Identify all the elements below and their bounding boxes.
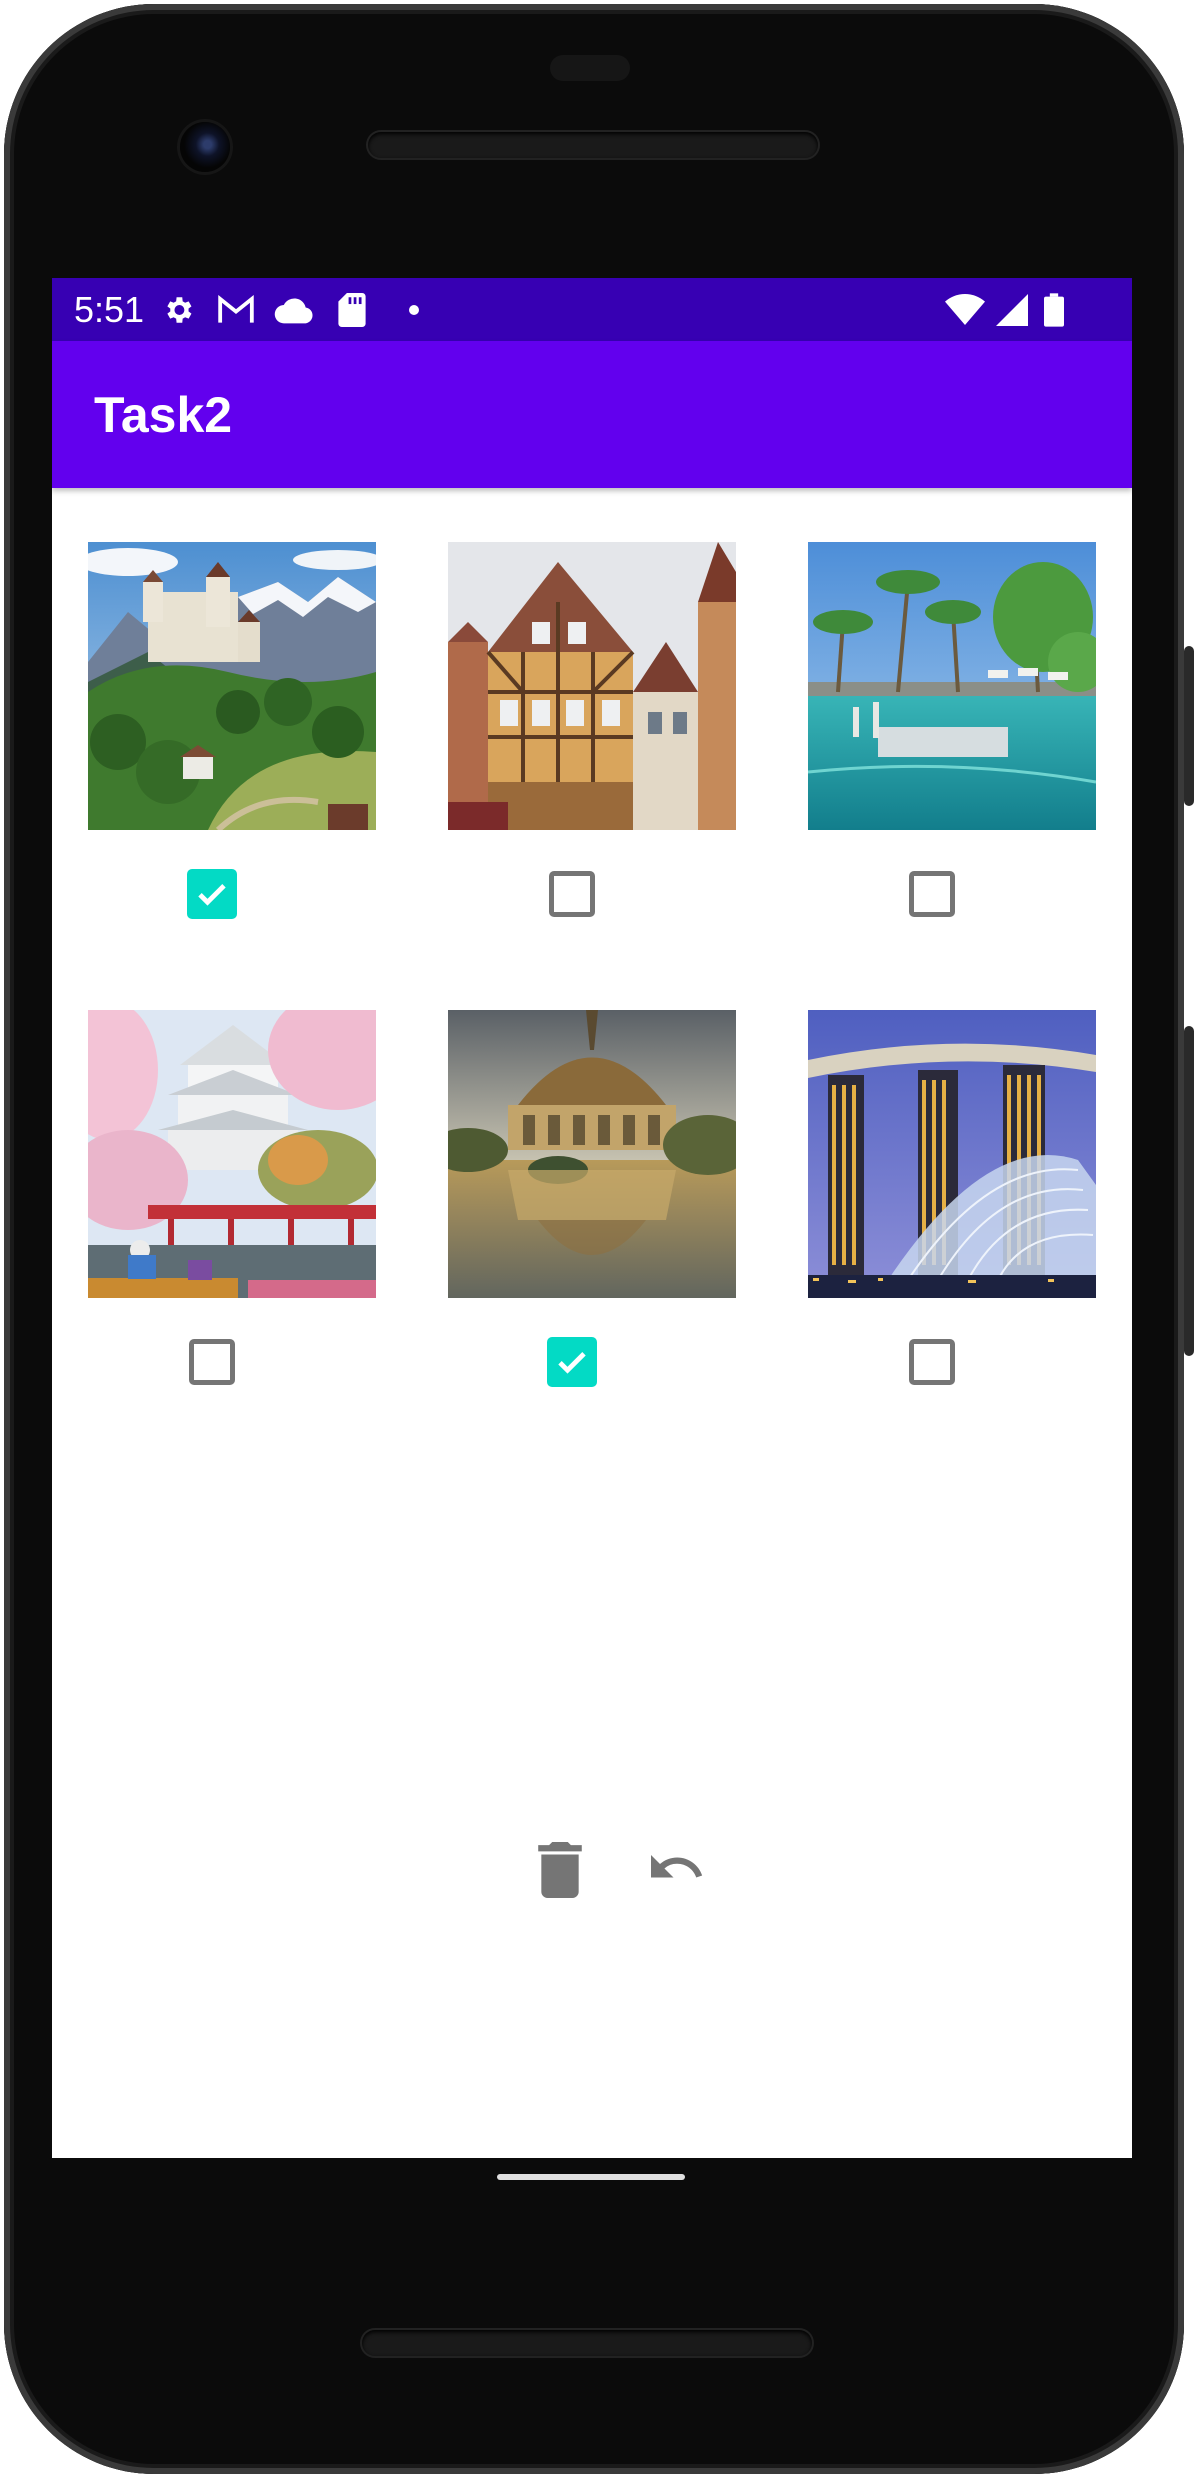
wifi-icon	[944, 294, 986, 326]
timber-house-town-photo[interactable]	[448, 542, 736, 830]
checkbox-checked[interactable]	[187, 869, 237, 919]
power-button	[1184, 646, 1194, 806]
checkbox-unchecked[interactable]	[189, 1339, 235, 1385]
trash-icon	[538, 1842, 582, 1898]
navigation-gesture-handle[interactable]	[497, 2174, 685, 2180]
checkbox-unchecked[interactable]	[909, 1339, 955, 1385]
undo-icon	[651, 1855, 703, 1878]
checkmark-icon	[558, 1352, 586, 1374]
app-bar: Task2	[52, 341, 1132, 488]
bottom-speaker	[362, 2330, 812, 2356]
delete-button[interactable]	[520, 1830, 600, 1910]
notification-dot-icon	[404, 294, 424, 326]
grid-item	[88, 1010, 376, 1430]
earpiece-sensor	[550, 55, 630, 81]
top-speaker	[368, 132, 818, 158]
checkmark-icon	[198, 884, 226, 906]
app-title: Task2	[94, 387, 233, 443]
marina-bay-skyline-photo[interactable]	[808, 1010, 1096, 1298]
checkbox-checked[interactable]	[547, 1337, 597, 1387]
japanese-castle-cherry-blossom-photo[interactable]	[88, 1010, 376, 1298]
undo-button[interactable]	[636, 1830, 716, 1910]
domed-building-reflection-photo[interactable]	[448, 1010, 736, 1298]
resort-pool-palms-photo[interactable]	[808, 542, 1096, 830]
grid-item	[808, 542, 1096, 962]
gmail-icon	[216, 294, 256, 326]
checkbox-unchecked[interactable]	[909, 871, 955, 917]
cloud-icon	[274, 294, 314, 326]
phone-frame: 5:51 Task2	[0, 0, 1194, 2480]
grid-item	[448, 542, 736, 962]
grid-item	[448, 1010, 736, 1430]
status-time: 5:51	[74, 289, 145, 330]
checkbox-unchecked[interactable]	[549, 871, 595, 917]
grid-item	[88, 542, 376, 962]
grid-item	[808, 1010, 1096, 1430]
battery-icon	[1042, 293, 1066, 327]
app-screen: 5:51 Task2	[52, 278, 1132, 2158]
status-bar: 5:51	[52, 278, 1132, 341]
sd-card-icon	[336, 293, 368, 327]
mountain-castle-photo[interactable]	[88, 542, 376, 830]
settings-icon	[160, 294, 196, 326]
front-camera	[180, 122, 230, 172]
action-bar	[52, 1830, 1132, 1910]
cellular-signal-icon	[994, 294, 1030, 326]
volume-button	[1184, 1026, 1194, 1356]
